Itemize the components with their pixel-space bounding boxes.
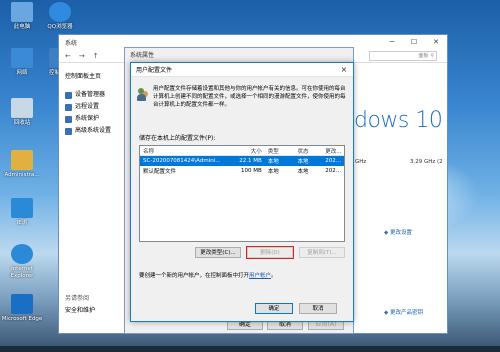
column-header-size[interactable]: 大小 xyxy=(239,147,265,155)
sidebar-item-system-protection[interactable]: 系统保护 xyxy=(65,113,129,125)
shield-icon xyxy=(65,127,72,135)
desktop-icon-qq-browser[interactable]: QQ浏览器 xyxy=(38,2,82,31)
close-button[interactable]: × xyxy=(335,65,353,74)
column-header-changed[interactable]: 更改... xyxy=(322,147,344,155)
profiles-list-label: 储存在本机上的配置文件(P): xyxy=(139,135,216,142)
spec-cpu-left: GHz xyxy=(355,159,367,165)
minimize-button[interactable]: ─ xyxy=(381,38,403,46)
shield-icon xyxy=(65,115,72,123)
ie-icon xyxy=(11,198,33,218)
back-button[interactable]: ← xyxy=(65,52,71,60)
cell-size: 22.1 MB xyxy=(239,158,262,164)
sidebar: 控制面板主页 设备管理器 远程设置 系统保护 高级系统设置 xyxy=(65,71,129,137)
computer-icon xyxy=(11,2,33,22)
taskbar xyxy=(0,346,500,352)
user-folder-icon xyxy=(11,150,33,170)
cell-name: SC-202007081424\Admini... xyxy=(143,158,221,164)
cell-changed: 202... xyxy=(325,158,341,164)
copy-to-button[interactable]: 复制到(T)... xyxy=(299,247,345,258)
desktop-icon-label: 此电脑 xyxy=(13,24,31,30)
cell-changed: 202... xyxy=(325,168,341,174)
forward-button[interactable]: → xyxy=(79,52,85,60)
qq-browser-icon xyxy=(49,2,71,22)
ok-button[interactable]: 确定 xyxy=(255,303,293,314)
shield-icon: ◆ xyxy=(384,310,389,316)
profiles-title: 用户配置文件 xyxy=(136,67,173,74)
cell-status: 本地 xyxy=(297,169,309,175)
sidebar-item-device-manager[interactable]: 设备管理器 xyxy=(65,89,129,101)
spec-cpu-right: 3.29 GHz (2 xyxy=(410,159,443,165)
desktop-icon-internet-explorer[interactable]: Internet Explorer xyxy=(0,244,44,279)
network-icon xyxy=(11,48,33,68)
column-header-name[interactable]: 名称 xyxy=(140,147,239,155)
change-type-button[interactable]: 更改类型(C)... xyxy=(195,247,241,258)
cell-size: 100 MB xyxy=(240,168,262,174)
desktop-icon-edge[interactable]: Microsoft Edge xyxy=(0,294,44,323)
cell-type: 本地 xyxy=(267,169,279,175)
cell-status: 本地 xyxy=(297,159,309,165)
windows-logo-text: dows 10 xyxy=(354,108,443,133)
desktop-icon-user-folder[interactable]: Administra... xyxy=(0,150,44,179)
maximize-button[interactable]: ☐ xyxy=(403,38,425,46)
see-also-security-link[interactable]: 安全和维护 xyxy=(65,305,95,317)
cancel-button[interactable]: 取消 xyxy=(299,303,337,314)
desktop-icon-label: QQ浏览器 xyxy=(47,24,73,30)
user-accounts-link[interactable]: 用户帐户 xyxy=(249,273,271,279)
desktop-icon-recycle-bin[interactable]: 回收站 xyxy=(0,98,44,127)
profiles-titlebar: 用户配置文件 × xyxy=(131,63,353,77)
column-header-status[interactable]: 状态 xyxy=(294,147,322,155)
system-window-title: 系统 xyxy=(65,39,78,47)
shield-icon xyxy=(65,103,72,111)
search-icon: ⚲ xyxy=(430,52,434,59)
desktop-icon-label: Administra... xyxy=(4,172,40,178)
internet-explorer-icon xyxy=(11,244,33,264)
desktop-icon-ie-shortcut[interactable]: IE浏 xyxy=(0,198,44,227)
desktop-icon-label: IE浏 xyxy=(16,220,28,226)
search-input[interactable]: 面板 ⚲ xyxy=(369,50,437,61)
profiles-description: 用户配置文件存储着设置和其他与你的用户帐户有关的信息。可在你使用的每台计算机上创… xyxy=(153,86,346,108)
cell-name: 默认配置文件 xyxy=(143,169,177,175)
table-row[interactable]: SC-202007081424\Admini... 22.1 MB 本地 本地 … xyxy=(140,156,344,166)
delete-button[interactable]: 删除(D) xyxy=(246,246,294,259)
desktop-icon-label: Microsoft Edge xyxy=(1,316,43,322)
sidebar-item-remote-settings[interactable]: 远程设置 xyxy=(65,101,129,113)
users-icon xyxy=(137,88,149,102)
edge-icon xyxy=(11,294,33,314)
sidebar-heading-control-panel-home[interactable]: 控制面板主页 xyxy=(65,71,129,83)
see-also-heading: 另请参阅 xyxy=(65,295,90,302)
sidebar-item-advanced-settings[interactable]: 高级系统设置 xyxy=(65,125,129,137)
desktop-icon-label: 网络 xyxy=(16,70,28,76)
recycle-bin-icon xyxy=(11,98,33,118)
create-account-hint: 要创建一个新的用户帐户，在控制面板中打开用户帐户。 xyxy=(139,273,277,279)
desktop-icon-label: 回收站 xyxy=(13,120,31,126)
shield-icon: ◆ xyxy=(384,230,389,236)
column-header-type[interactable]: 类型 xyxy=(265,147,295,155)
change-settings-link[interactable]: ◆ 更改设置 xyxy=(384,228,412,236)
profiles-table[interactable]: 名称 大小 类型 状态 更改... SC-202007081424\Admini… xyxy=(139,145,345,242)
up-button[interactable]: ↑ xyxy=(93,52,99,60)
desktop-icon-label: Internet Explorer xyxy=(10,266,34,279)
table-row[interactable]: 默认配置文件 100 MB 本地 本地 202... xyxy=(140,166,344,176)
properties-title: 系统属性 xyxy=(130,51,155,59)
cell-type: 本地 xyxy=(267,159,279,165)
shield-icon xyxy=(65,91,72,99)
user-profiles-dialog: 用户配置文件 × 用户配置文件存储着设置和其他与你的用户帐户有关的信息。可在你使… xyxy=(130,62,354,322)
see-also: 另请参阅 安全和维护 xyxy=(65,293,95,317)
change-product-key-link[interactable]: ◆ 更改产品密钥 xyxy=(384,308,423,316)
table-header: 名称 大小 类型 状态 更改... xyxy=(140,146,344,156)
close-button[interactable]: ✕ xyxy=(425,38,447,46)
